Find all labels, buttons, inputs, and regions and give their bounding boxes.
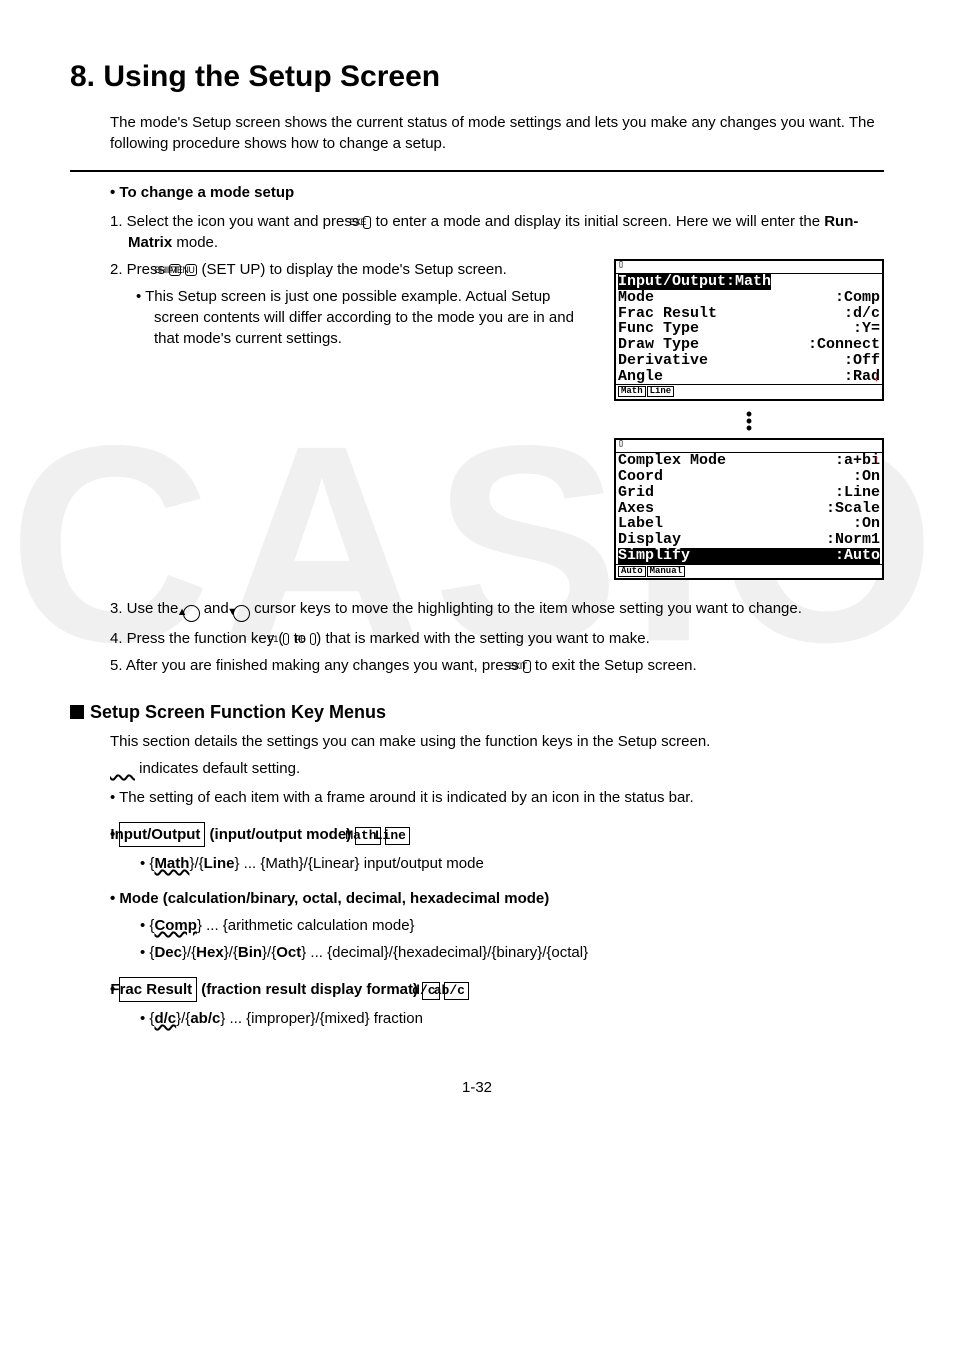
square-bullet-icon [70, 705, 84, 719]
abc-status-icon: ab/c [444, 982, 469, 1000]
page-number: 1-32 [70, 1079, 884, 1096]
intro-text: The mode's Setup screen shows the curren… [110, 112, 884, 154]
cursor-down-icon: ▼ [233, 605, 250, 622]
step-2-note: • This Setup screen is just one possible… [136, 286, 596, 349]
setting-mode: • Mode (calculation/binary, octal, decim… [110, 888, 884, 909]
setting-frac-result-sub: • {d/c}/{ab/c} ... {improper}/{mixed} fr… [140, 1008, 884, 1029]
scroll-up-icon: ↑ [873, 454, 880, 467]
vertical-ellipsis-icon: ••• [614, 405, 884, 439]
section-desc-1: This section details the settings you ca… [110, 731, 884, 752]
step-4: 4. Press the function key (F1 to F6) tha… [110, 628, 884, 649]
scroll-down-icon: ↓ [873, 372, 880, 385]
section-desc-2: indicates default setting. [110, 758, 884, 779]
step-5: 5. After you are finished making any cha… [110, 655, 884, 676]
step-3: 3. Use the ▲ and ▼ cursor keys to move t… [110, 598, 884, 622]
wavy-default-icon [110, 760, 135, 777]
exit-key-icon: EXIT [523, 660, 531, 673]
setting-mode-sub2: • {Dec}/{Hex}/{Bin}/{Oct} ... {decimal}/… [140, 942, 884, 963]
menu-key-icon: MENU [185, 264, 198, 276]
section-heading: Setup Screen Function Key Menus [70, 702, 884, 723]
setting-frac-result: • Frac Result (fraction result display f… [110, 977, 884, 1002]
step-2: 2. Press SHIFT MENU (SET UP) to display … [110, 259, 596, 280]
step-1: 1. Select the icon you want and press EX… [110, 211, 884, 253]
calc-screenshot-2: ▯ Complex Mode:a+bi ↑ Coord:On Grid:Line… [614, 438, 884, 580]
calc-screenshot-1: ▯ Input/Output:Math Mode:Comp Frac Resul… [614, 259, 884, 401]
line-status-icon: Line [385, 827, 410, 845]
setting-mode-sub1: • {Comp} ... {arithmetic calculation mod… [140, 915, 884, 936]
procedure-heading: • To change a mode setup [110, 182, 884, 203]
section-desc-3: • The setting of each item with a frame … [110, 787, 884, 808]
cursor-up-icon: ▲ [183, 605, 200, 622]
divider [70, 170, 884, 172]
setting-input-output: • Input/Output (input/output mode) Math … [110, 822, 884, 847]
setting-input-output-sub: • {Math}/{Line} ... {Math}/{Linear} inpu… [140, 853, 884, 874]
page-title: 8. Using the Setup Screen [70, 60, 884, 94]
